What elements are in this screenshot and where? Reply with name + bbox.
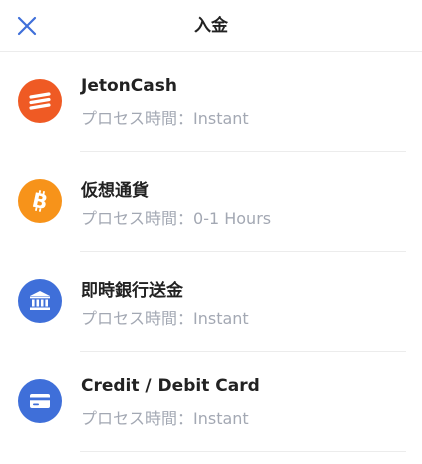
payment-method-jetoncash[interactable]: JetonCash プロセス時間：Instant bbox=[0, 52, 422, 152]
credit-card-icon bbox=[18, 379, 62, 423]
processing-time-label: プロセス時間： bbox=[81, 409, 194, 428]
payment-method-list: JetonCash プロセス時間：Instant B 仮想通貨 プロセス時間：0… bbox=[0, 52, 422, 452]
bitcoin-icon: B bbox=[18, 179, 62, 223]
jetoncash-logo-icon bbox=[18, 79, 62, 123]
payment-method-bank-transfer[interactable]: 即時銀行送金 プロセス時間：Instant bbox=[0, 252, 422, 352]
method-name: Credit / Debit Card bbox=[81, 376, 260, 396]
header: 入金 bbox=[0, 0, 422, 52]
payment-method-crypto[interactable]: B 仮想通貨 プロセス時間：0-1 Hours bbox=[0, 152, 422, 252]
method-name: JetonCash bbox=[81, 76, 177, 96]
bank-icon bbox=[18, 279, 62, 323]
method-name: 仮想通貨 bbox=[81, 181, 149, 201]
processing-time-label: プロセス時間： bbox=[81, 209, 194, 228]
method-name: 即時銀行送金 bbox=[81, 281, 183, 301]
processing-time: プロセス時間：Instant bbox=[81, 305, 249, 329]
processing-time-value: Instant bbox=[193, 409, 249, 428]
page-title: 入金 bbox=[194, 16, 228, 36]
processing-time-label: プロセス時間： bbox=[81, 309, 194, 328]
processing-time: プロセス時間：0-1 Hours bbox=[81, 205, 271, 229]
processing-time-value: Instant bbox=[193, 109, 249, 128]
processing-time-value: Instant bbox=[193, 309, 249, 328]
payment-method-card[interactable]: Credit / Debit Card プロセス時間：Instant bbox=[0, 352, 422, 452]
processing-time: プロセス時間：Instant bbox=[81, 105, 249, 129]
processing-time-value: 0-1 Hours bbox=[193, 209, 272, 228]
processing-time: プロセス時間：Instant bbox=[81, 405, 249, 429]
processing-time-label: プロセス時間： bbox=[81, 109, 194, 128]
divider bbox=[80, 451, 406, 452]
